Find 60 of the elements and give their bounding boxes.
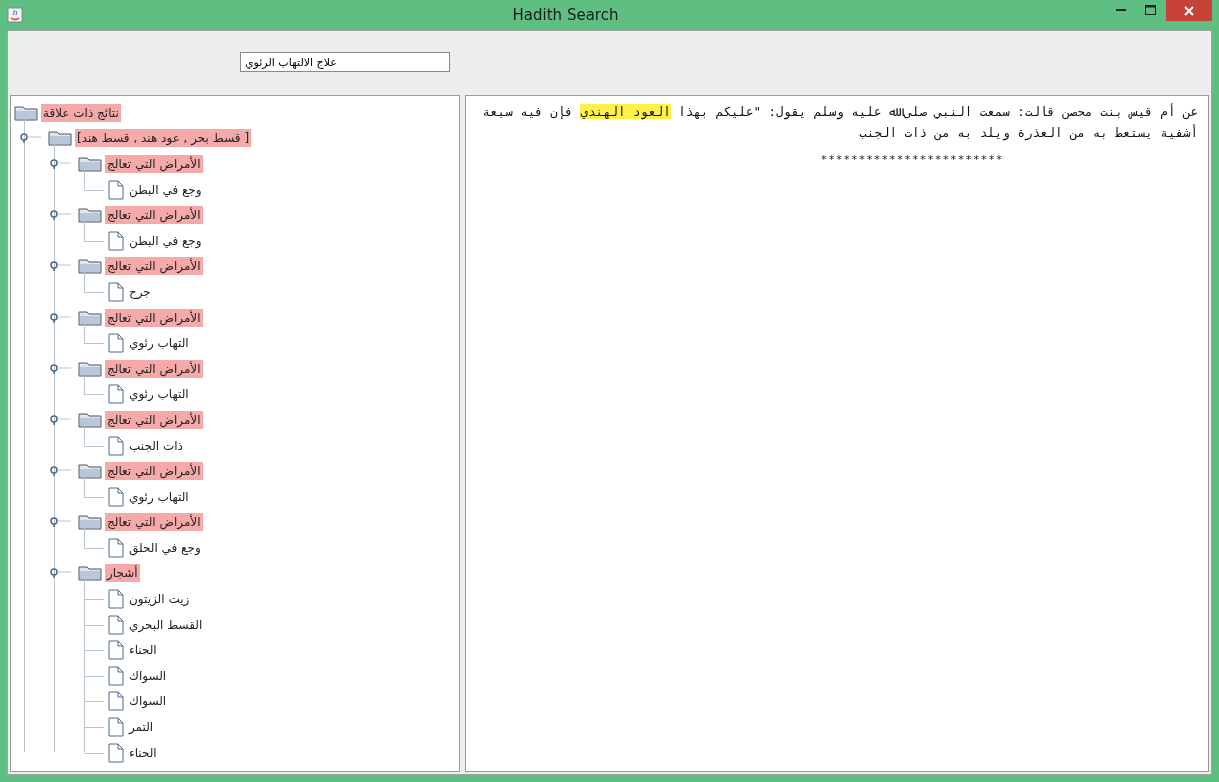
tree-node-label[interactable]: الأمراض التي تعالج bbox=[105, 155, 203, 173]
window-title: Hadith Search bbox=[512, 6, 619, 24]
maximize-icon bbox=[1145, 5, 1156, 15]
expand-handle-icon[interactable] bbox=[49, 210, 71, 221]
file-icon bbox=[108, 537, 124, 558]
close-button[interactable] bbox=[1166, 0, 1212, 21]
tree-node-label[interactable]: [قسط بحر , عود هند , قسط هند ] bbox=[75, 129, 252, 148]
tree-node-label[interactable]: التهاب رئوي bbox=[127, 385, 191, 404]
tree-node-label[interactable]: التمر bbox=[127, 718, 156, 737]
file-icon bbox=[108, 665, 124, 686]
tree-node-label[interactable]: التهاب رئوي bbox=[127, 334, 191, 353]
hadith-text: عن أم قيس بنت محصن قالت: سمعت النبي صلى ﷲ عليه وسلم يقول: "عليكم بهذا العود الهندي فإن فيه سبعة أشفية يستعط به من العذرة ويلد به من ذات الجنب bbox=[481, 102, 1198, 143]
tree-node-label[interactable]: الأمراض التي تعالج bbox=[105, 513, 203, 532]
tree-node-label[interactable]: السواك bbox=[127, 666, 169, 685]
expand-handle-icon[interactable] bbox=[49, 261, 71, 272]
tree-node-label[interactable]: ذات الجنب bbox=[127, 436, 185, 455]
tree-node-label[interactable]: الأمراض التي تعالج bbox=[105, 359, 203, 378]
tree-node-label[interactable]: نتائج ذات علاقة bbox=[41, 103, 121, 122]
tree-node-label[interactable]: الحناء bbox=[127, 743, 159, 762]
tree-node-label[interactable]: الأمراض التي تعالج bbox=[105, 206, 203, 225]
file-icon bbox=[108, 614, 124, 635]
file-icon bbox=[108, 589, 124, 610]
tree-node-label[interactable]: الحناء bbox=[127, 641, 159, 660]
tree-node-label[interactable]: القسط البحري bbox=[127, 615, 205, 634]
expand-handle-icon[interactable] bbox=[49, 363, 71, 374]
file-icon bbox=[108, 717, 124, 738]
file-icon bbox=[108, 281, 124, 302]
file-icon bbox=[108, 691, 124, 712]
tree-node-label[interactable]: الأمراض التي تعالج bbox=[105, 308, 203, 327]
expand-handle-icon[interactable] bbox=[49, 414, 71, 425]
search-field[interactable]: علاج الالتهاب الرئوي bbox=[240, 52, 450, 72]
tree-node-label[interactable]: جرح bbox=[127, 282, 153, 301]
tree-node-label[interactable]: وجع في الحلق bbox=[127, 538, 203, 557]
tree-node-label[interactable]: السواك bbox=[127, 692, 169, 711]
file-icon bbox=[108, 640, 124, 661]
tree-node-label[interactable]: أشجار bbox=[105, 564, 140, 583]
file-icon bbox=[108, 384, 124, 405]
expand-handle-icon[interactable] bbox=[19, 133, 41, 144]
tree-node-label[interactable]: وجع في البطن bbox=[127, 231, 204, 250]
expand-handle-icon[interactable] bbox=[49, 312, 71, 323]
expand-handle-icon[interactable] bbox=[49, 466, 71, 477]
file-icon bbox=[108, 179, 124, 200]
file-icon bbox=[108, 742, 124, 763]
file-icon bbox=[108, 333, 124, 354]
tree-node-label[interactable]: التهاب رئوي bbox=[127, 487, 191, 506]
expand-handle-icon[interactable] bbox=[49, 568, 71, 579]
tree-node-label[interactable]: الأمراض التي تعالج bbox=[105, 410, 203, 429]
expand-handle-icon[interactable] bbox=[49, 159, 71, 169]
file-icon bbox=[108, 486, 124, 507]
tree-node-label[interactable]: الأمراض التي تعالج bbox=[105, 257, 203, 276]
separator-stars: ************************ bbox=[820, 153, 1004, 166]
tree-node-label[interactable]: وجع في البطن bbox=[127, 180, 204, 199]
file-icon bbox=[108, 230, 124, 251]
close-icon bbox=[1184, 5, 1194, 16]
tree-node-label[interactable]: زيت الزيتون bbox=[127, 590, 192, 609]
tree-node-label[interactable]: الأمراض التي تعالج bbox=[105, 462, 203, 481]
expand-handle-icon[interactable] bbox=[49, 517, 71, 528]
app-icon bbox=[7, 7, 23, 23]
minimize-icon bbox=[1116, 9, 1127, 11]
file-icon bbox=[108, 435, 124, 456]
